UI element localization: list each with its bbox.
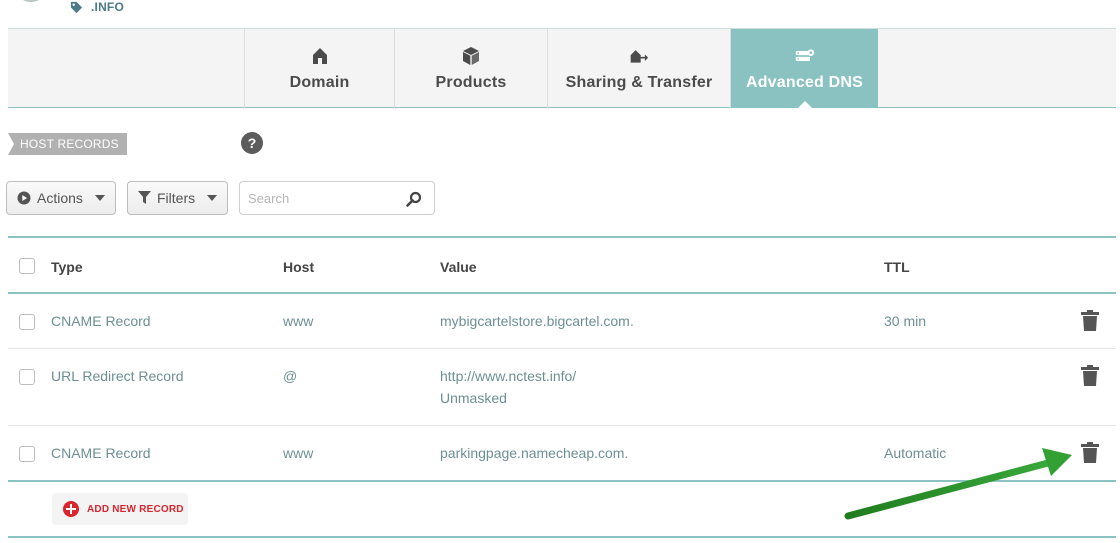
tab-sharing-transfer-label: Sharing & Transfer — [565, 73, 713, 91]
add-new-record-button[interactable]: ADD NEW RECORD — [52, 493, 188, 525]
table-row: URL Redirect Record @ http://www.nctest.… — [8, 349, 1116, 426]
transfer-icon — [630, 49, 649, 63]
tab-domain-label: Domain — [289, 73, 350, 91]
record-value: mybigcartelstore.bigcartel.com. — [440, 313, 634, 329]
domain-avatar — [14, 0, 48, 2]
add-circle-icon — [63, 501, 79, 517]
column-value: Value — [440, 259, 477, 275]
trash-icon[interactable] — [1080, 365, 1100, 387]
add-new-record-label: ADD NEW RECORD — [87, 503, 184, 515]
select-all-checkbox[interactable] — [19, 258, 35, 274]
tld-tag: .INFO — [70, 0, 124, 14]
row-checkbox[interactable] — [19, 314, 35, 330]
tld-label: .INFO — [91, 0, 124, 14]
filters-label: Filters — [157, 190, 196, 206]
tab-products[interactable]: Products — [394, 29, 547, 108]
tab-advanced-dns-label: Advanced DNS — [745, 73, 864, 91]
tab-products-label: Products — [435, 73, 507, 91]
record-value-mode: Unmasked — [440, 390, 507, 406]
play-circle-icon — [17, 191, 31, 205]
table-footer-divider — [8, 536, 1116, 538]
help-icon[interactable]: ? — [241, 132, 263, 154]
table-header: Type Host Value TTL — [8, 236, 1116, 294]
trash-icon[interactable] — [1080, 310, 1100, 332]
search-field[interactable] — [239, 181, 435, 215]
filters-dropdown[interactable]: Filters — [127, 181, 228, 215]
row-checkbox[interactable] — [19, 369, 35, 385]
record-type: CNAME Record — [51, 445, 151, 461]
search-input[interactable] — [240, 182, 400, 214]
tab-sharing-transfer[interactable]: Sharing & Transfer — [547, 29, 730, 108]
record-host: www — [283, 445, 314, 461]
record-ttl: Automatic — [884, 445, 947, 461]
table-row: CNAME Record www mybigcartelstore.bigcar… — [8, 294, 1116, 349]
record-type: URL Redirect Record — [51, 368, 184, 384]
dns-server-icon — [795, 48, 814, 61]
tag-icon — [70, 1, 83, 13]
domain-header: .INFO — [0, 0, 1120, 28]
record-value: parkingpage.namecheap.com. — [440, 445, 629, 461]
chevron-down-icon — [207, 195, 218, 201]
record-host: @ — [283, 368, 298, 384]
record-host: www — [283, 313, 314, 329]
chevron-down-icon — [94, 195, 105, 201]
host-records-label: HOST RECORDS — [8, 133, 127, 155]
table-row: CNAME Record www parkingpage.namecheap.c… — [8, 426, 1116, 482]
record-type: CNAME Record — [51, 313, 151, 329]
filter-icon — [138, 191, 151, 204]
record-ttl: 30 min — [884, 313, 927, 329]
home-icon — [312, 47, 327, 64]
domain-tabs: Domain Products Sharing & Transfer Advan… — [8, 28, 1116, 109]
column-host: Host — [283, 259, 315, 275]
tab-domain[interactable]: Domain — [244, 29, 394, 108]
record-value: http://www.nctest.info/ — [440, 368, 577, 384]
tab-advanced-dns[interactable]: Advanced DNS — [730, 29, 878, 109]
actions-dropdown[interactable]: Actions — [6, 181, 116, 215]
row-checkbox[interactable] — [19, 446, 35, 462]
trash-icon[interactable] — [1080, 442, 1100, 464]
box-icon — [463, 46, 479, 65]
column-type: Type — [51, 259, 83, 275]
actions-label: Actions — [37, 190, 83, 206]
column-ttl: TTL — [884, 259, 910, 275]
search-icon[interactable] — [406, 191, 422, 207]
